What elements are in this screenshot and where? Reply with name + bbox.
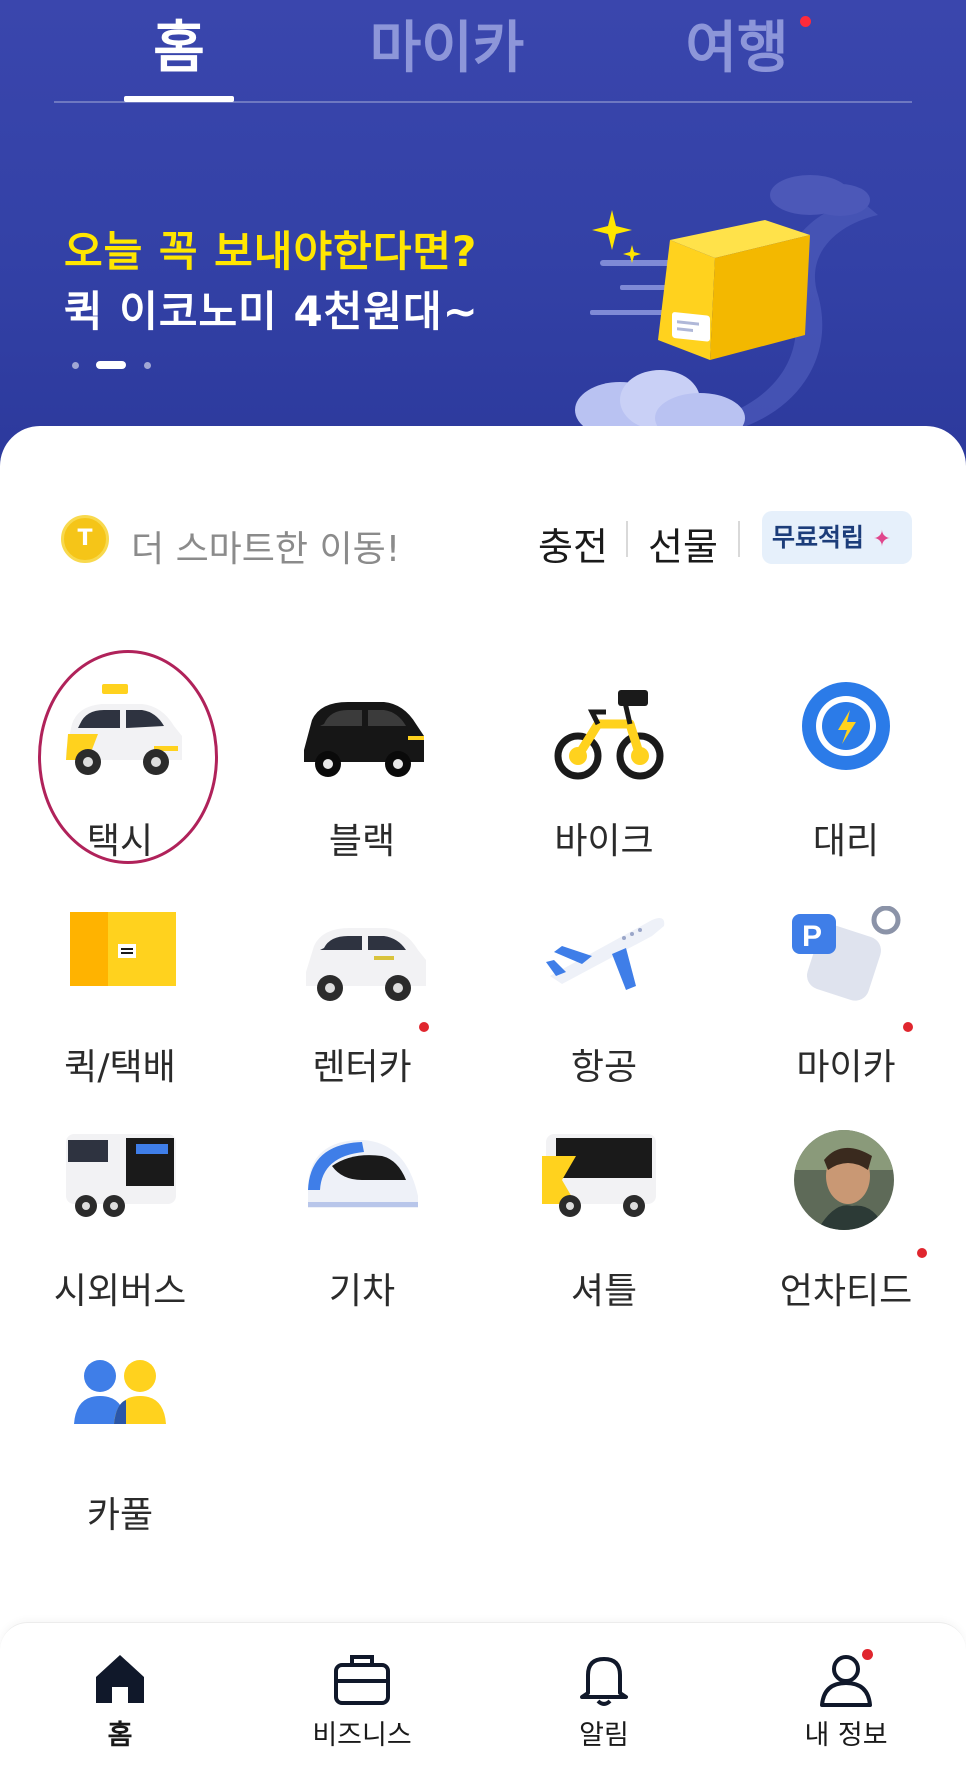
banner-subline: 퀵 이코노미 4천원대~ — [64, 287, 479, 336]
service-uncharted[interactable]: 언차티드 — [726, 1130, 927, 1330]
t-coin-icon: T — [61, 515, 109, 563]
parcel-box-icon — [70, 912, 176, 986]
top-header: 홈 마이카 여행 오늘 꼭 보내야한다면? 퀵 이코노미 4천원대~ — [0, 0, 966, 470]
service-label: 마이카 — [796, 1047, 896, 1088]
party-popper-icon: ✦ — [872, 527, 892, 552]
nav-notifications[interactable]: 알림 — [504, 1623, 704, 1771]
nav-home[interactable]: 홈 — [20, 1623, 220, 1771]
nav-my-info[interactable]: 내 정보 — [746, 1623, 946, 1771]
uncharted-badge-dot — [917, 1248, 927, 1258]
banner-headline: 오늘 꼭 보내야한다면? — [64, 227, 478, 276]
pager-dot-active — [96, 361, 126, 369]
service-taxi[interactable]: 택시 — [0, 680, 200, 880]
my-info-badge-dot — [862, 1649, 873, 1660]
carpool-icon — [74, 1360, 166, 1424]
service-label: 바이크 — [554, 821, 654, 862]
parking-key-icon: P — [792, 906, 901, 1001]
service-rental-car[interactable]: 렌터카 — [242, 906, 442, 1106]
divider — [626, 521, 628, 557]
service-train[interactable]: 기차 — [242, 1130, 442, 1330]
points-slogan: 더 스마트한 이동! — [131, 529, 401, 570]
tab-home[interactable]: 홈 — [124, 14, 234, 84]
black-car-icon — [304, 702, 424, 777]
bell-icon — [580, 1657, 628, 1706]
airplane-icon — [546, 918, 665, 990]
home-icon — [96, 1655, 144, 1703]
service-black[interactable]: 블랙 — [242, 680, 442, 880]
service-label: 카풀 — [86, 1495, 154, 1536]
gift-button[interactable]: 선물 — [648, 516, 718, 571]
divider — [738, 521, 740, 557]
delivery-box-illustration — [575, 175, 878, 430]
shuttle-icon — [542, 1134, 656, 1217]
nav-label: 알림 — [579, 1720, 629, 1751]
service-bike[interactable]: 바이크 — [484, 680, 684, 880]
service-label: 셔틀 — [570, 1271, 638, 1312]
service-label: 블랙 — [328, 821, 396, 862]
nav-business[interactable]: 비즈니스 — [262, 1623, 462, 1771]
service-label: 대리 — [812, 821, 880, 862]
service-label: 언차티드 — [779, 1271, 913, 1312]
steering-wheel-icon — [802, 682, 890, 770]
free-points-label: 무료적립 — [772, 523, 865, 552]
service-label: 퀵/택배 — [64, 1047, 176, 1088]
tab-travel-badge-dot — [800, 16, 811, 27]
pager-dot — [144, 362, 151, 369]
service-flight[interactable]: 항공 — [484, 906, 684, 1106]
service-label: 기차 — [328, 1271, 396, 1312]
service-quick-parcel[interactable]: 퀵/택배 — [0, 906, 200, 1106]
rental-car-badge-dot — [419, 1022, 429, 1032]
tab-mycar[interactable]: 마이카 — [352, 14, 542, 84]
service-carpool[interactable]: 카풀 — [0, 1354, 200, 1554]
charge-button[interactable]: 충전 — [538, 516, 608, 571]
rental-car-icon — [306, 928, 426, 1001]
bus-icon — [66, 1134, 176, 1217]
service-label: 렌터카 — [312, 1047, 412, 1088]
service-label: 항공 — [570, 1047, 638, 1088]
service-mycar[interactable]: P 마이카 — [726, 906, 926, 1106]
train-icon — [308, 1140, 418, 1208]
mycar-badge-dot — [903, 1022, 913, 1032]
nav-label: 홈 — [107, 1720, 133, 1751]
svg-text:P: P — [802, 920, 822, 953]
taxi-icon — [66, 684, 182, 775]
service-shuttle[interactable]: 셔틀 — [484, 1130, 684, 1330]
nav-label: 내 정보 — [804, 1720, 888, 1751]
top-tab-bar: 홈 마이카 여행 — [0, 0, 966, 104]
bottom-navigation: 홈 비즈니스 알림 내 정보 — [0, 1622, 966, 1771]
tab-travel[interactable]: 여행 — [672, 14, 802, 84]
briefcase-icon — [334, 1655, 390, 1705]
bike-icon — [554, 690, 664, 780]
nav-label: 비즈니스 — [312, 1720, 412, 1751]
service-label: 택시 — [86, 821, 154, 862]
tab-divider — [54, 101, 912, 103]
pager-dot — [72, 362, 79, 369]
free-points-button[interactable]: 무료적립 ✦ — [762, 511, 912, 564]
service-intercity-bus[interactable]: 시외버스 — [0, 1130, 200, 1330]
service-driver[interactable]: 대리 — [726, 680, 926, 880]
movie-poster-avatar — [794, 1130, 894, 1230]
service-label: 시외버스 — [53, 1271, 187, 1312]
